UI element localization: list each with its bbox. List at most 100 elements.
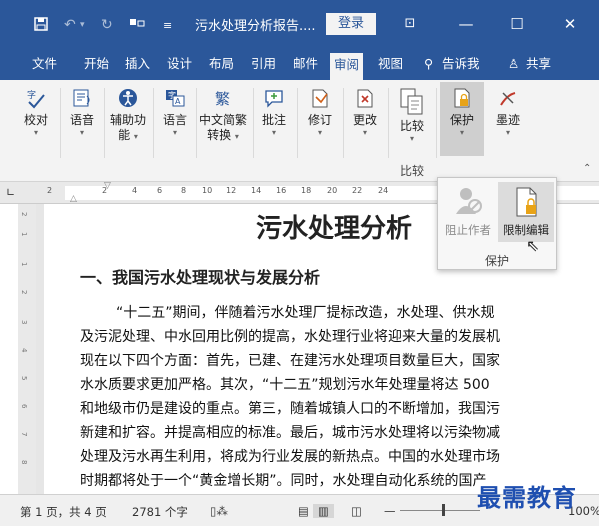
ruler-tick: 24 <box>378 186 389 195</box>
proofing-label: 校对 <box>23 113 48 127</box>
tab-design[interactable]: 设计 <box>167 50 192 80</box>
compare-icon <box>400 88 423 115</box>
comment-icon <box>265 90 283 108</box>
vruler-tick: 5 <box>20 376 28 381</box>
collapse-ribbon-icon[interactable]: ⌃ <box>583 163 591 174</box>
accessibility-label: 辅助功 <box>109 113 146 127</box>
vruler-tick: 1 <box>20 232 28 237</box>
chinese-conversion-icon: 繁 <box>215 90 230 108</box>
ruler-tick: 18 <box>301 186 312 195</box>
tab-selector-icon[interactable]: ∟ <box>6 186 15 199</box>
ruler-tick: 4 <box>132 186 138 195</box>
language-icon: 字A <box>166 90 185 107</box>
track-changes-button[interactable]: 修订 ▾ <box>300 87 340 138</box>
comment-button[interactable]: 批注 ▾ <box>254 87 294 138</box>
tab-insert[interactable]: 插入 <box>125 50 150 80</box>
changes-button[interactable]: 更改 ▾ <box>345 87 385 138</box>
tell-me-box[interactable]: 告诉我 <box>442 50 480 80</box>
chevron-down-icon[interactable]: ▾ <box>80 20 85 30</box>
restrict-editing-button[interactable]: 限制编辑 <box>498 182 554 242</box>
chevron-down-icon: ▾ <box>271 128 276 137</box>
document-title: 污水处理分析 <box>256 214 413 244</box>
zoom-slider-thumb[interactable] <box>442 504 445 516</box>
svg-text:A: A <box>175 97 181 106</box>
tab-references[interactable]: 引用 <box>251 50 276 80</box>
speech-label: 语音 <box>69 113 94 127</box>
separator <box>436 88 437 158</box>
protect-dropdown: 阻止作者 限制编辑 ⇖ 保护 <box>437 177 557 270</box>
web-layout-icon[interactable]: ◫ <box>351 504 362 518</box>
vruler-tick: 7 <box>20 432 28 437</box>
ink-icon <box>500 92 516 106</box>
separator <box>297 88 298 158</box>
save-icon[interactable] <box>34 17 48 35</box>
proofing-button[interactable]: 字 校对 ▾ <box>16 87 56 138</box>
ruler-tick: 22 <box>352 186 363 195</box>
ruler-tick: 16 <box>276 186 287 195</box>
touch-mode-icon[interactable] <box>129 17 145 33</box>
block-authors-button[interactable]: 阻止作者 <box>440 182 496 242</box>
compare-button[interactable]: 比较 ▾ <box>392 87 432 144</box>
zoom-slider[interactable] <box>400 510 480 511</box>
watermark-logo: 最需教育 <box>477 483 577 512</box>
page-count[interactable]: 第 1 页，共 4 页 <box>20 504 107 520</box>
chevron-down-icon: ▾ <box>317 128 322 137</box>
ribbon-display-options-icon[interactable]: ⊡ <box>390 12 430 36</box>
customize-qat-icon[interactable]: ≡ <box>163 19 172 32</box>
zoom-out-button[interactable]: — <box>384 504 396 518</box>
ruler-tick: 10 <box>202 186 213 195</box>
title-bar: ↶ ▾ ↻ ≡ 污水处理分析报告.... 登录 ⊡ — ☐ ✕ <box>0 0 599 50</box>
protect-button[interactable]: 保护 ▾ <box>442 87 482 138</box>
read-mode-icon[interactable]: ▤ <box>298 504 309 518</box>
language-button[interactable]: 字A 语言 ▾ <box>155 87 195 138</box>
minimize-button[interactable]: — <box>446 12 486 36</box>
paragraph-line: 新建和扩容。并提高相应的标准。最后，城市污水处理将以污染物减 <box>80 425 500 441</box>
tab-layout[interactable]: 布局 <box>209 50 234 80</box>
changes-label: 更改 <box>352 113 377 127</box>
changes-icon <box>357 89 373 108</box>
chinese-conversion-button[interactable]: 繁 中文简繁 转换 ▾ <box>196 87 250 144</box>
ruler-tick: 2 <box>102 186 108 195</box>
proofing-icon: 字 <box>27 89 45 109</box>
accessibility-button[interactable]: 辅助功 能 ▾ <box>105 87 151 144</box>
tab-view[interactable]: 视图 <box>378 50 403 80</box>
close-button[interactable]: ✕ <box>550 12 590 36</box>
protect-icon <box>454 88 470 108</box>
speech-button[interactable]: 语音 ▾ <box>62 87 102 138</box>
share-button[interactable]: 共享 <box>526 50 551 80</box>
tab-review[interactable]: 审阅 <box>330 50 364 80</box>
proofing-status-icon[interactable]: ▯⁂ <box>210 504 228 518</box>
ruler-tick: 14 <box>251 186 262 195</box>
compare-label: 比较 <box>399 119 424 133</box>
login-button[interactable]: 登录 <box>326 13 376 35</box>
vruler-tick: 4 <box>20 348 28 353</box>
word-count[interactable]: 2781 个字 <box>132 504 188 520</box>
separator <box>388 88 389 158</box>
ink-label: 墨迹 <box>495 113 520 127</box>
indent-marker-icon[interactable]: △ <box>70 194 77 204</box>
accessibility-label-2: 能 ▾ <box>118 128 138 142</box>
redo-icon[interactable]: ↻ <box>101 17 113 33</box>
ribbon-tabs: 文件 开始 插入 设计 布局 引用 邮件 审阅 视图 ⚲ 告诉我 ♙ 共享 <box>0 50 599 80</box>
compare-group-label: 比较 <box>400 164 425 178</box>
print-layout-icon[interactable]: ▥ <box>313 504 334 518</box>
undo-icon[interactable]: ↶ <box>64 17 76 33</box>
vruler-tick: 2 <box>20 212 28 217</box>
ruler-tick: 8 <box>181 186 187 195</box>
tab-home[interactable]: 开始 <box>84 50 109 80</box>
separator <box>343 88 344 158</box>
language-label: 语言 <box>162 113 187 127</box>
vruler-tick: 3 <box>20 320 28 325</box>
vruler-tick: 2 <box>20 290 28 295</box>
ink-button[interactable]: 墨迹 ▾ <box>488 87 528 138</box>
person-icon[interactable]: ♙ <box>508 50 519 80</box>
separator <box>60 88 61 158</box>
search-icon[interactable]: ⚲ <box>424 50 433 80</box>
tab-file[interactable]: 文件 <box>32 50 57 80</box>
protect-label: 保护 <box>449 113 474 127</box>
maximize-button[interactable]: ☐ <box>497 12 537 36</box>
ruler-tick: 20 <box>327 186 338 195</box>
tab-mailings[interactable]: 邮件 <box>293 50 318 80</box>
paragraph-line: 及污泥处理、中水回用比例的提高，水处理行业将迎来大量的发展机 <box>80 329 500 345</box>
restrict-editing-icon <box>516 187 537 217</box>
